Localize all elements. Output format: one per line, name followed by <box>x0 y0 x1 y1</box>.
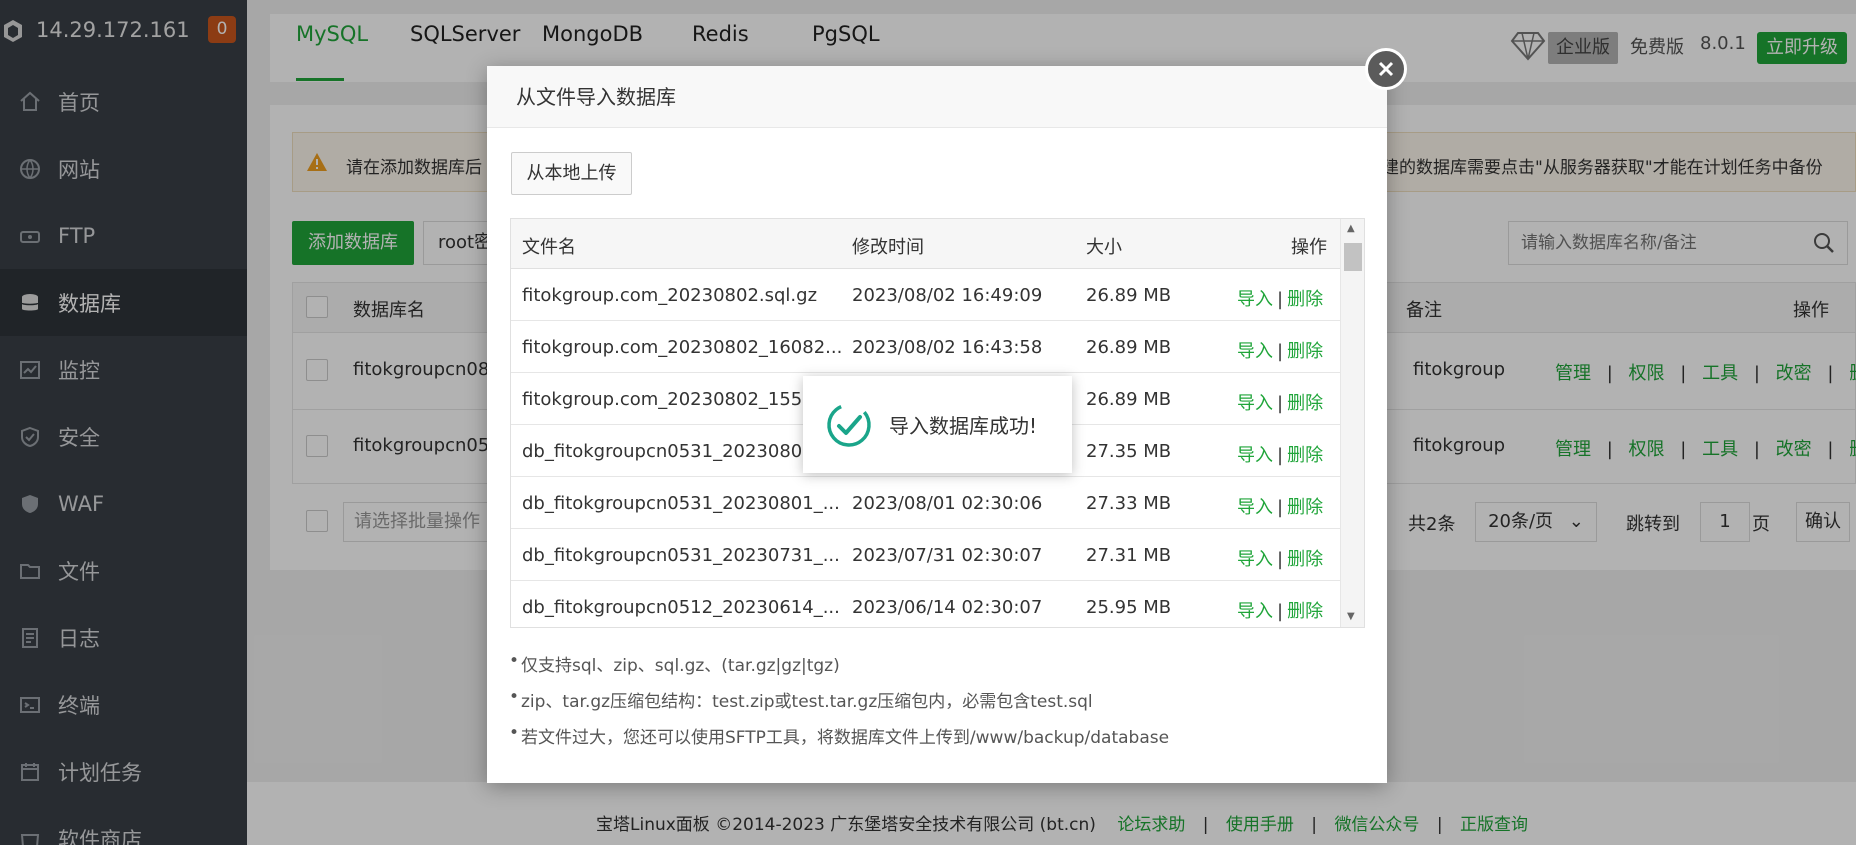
close-icon <box>1378 61 1394 77</box>
scroll-down-icon[interactable]: ▼ <box>1347 611 1355 622</box>
file-size: 27.35 MB <box>1086 441 1172 462</box>
delete-link[interactable]: 删除 <box>1287 393 1323 414</box>
file-name: db_fitokgroupcn0512_20230614_... <box>522 597 840 618</box>
file-ops: 导入 | 删除 <box>1237 285 1323 311</box>
import-link[interactable]: 导入 <box>1237 341 1273 362</box>
import-link[interactable]: 导入 <box>1237 289 1273 310</box>
file-size: 27.31 MB <box>1086 545 1172 566</box>
import-link[interactable]: 导入 <box>1237 445 1273 466</box>
file-ops: 导入 | 删除 <box>1237 441 1323 467</box>
modal-title: 从文件导入数据库 <box>487 66 1387 128</box>
table-row: db_fitokgroupcn0531_20230731_... 2023/07/… <box>511 529 1342 581</box>
file-name: fitokgroup.com_20230802_15512 <box>522 389 826 410</box>
upload-local-button[interactable]: 从本地上传 <box>511 152 632 195</box>
delete-link[interactable]: 删除 <box>1287 289 1323 310</box>
file-name: db_fitokgroupcn0531_20230802_ <box>522 441 823 462</box>
file-size: 27.33 MB <box>1086 493 1172 514</box>
import-link[interactable]: 导入 <box>1237 393 1273 414</box>
modal-close-button[interactable] <box>1365 48 1407 90</box>
tip-item: 仅支持sql、zip、sql.gz、(tar.gz|gz|tgz) <box>509 651 840 676</box>
file-mtime: 2023/08/02 16:49:09 <box>852 285 1043 306</box>
tip-item: zip、tar.gz压缩包结构：test.zip或test.tar.gz压缩包内… <box>509 687 1093 712</box>
op-separator: | <box>1277 393 1284 414</box>
file-mtime: 2023/06/14 02:30:07 <box>852 597 1043 618</box>
file-name: db_fitokgroupcn0531_20230801_... <box>522 493 840 514</box>
delete-link[interactable]: 删除 <box>1287 549 1323 570</box>
col-header-filename: 文件名 <box>522 237 576 258</box>
col-header-ops: 操作 <box>1291 237 1327 258</box>
toast-message: 导入数据库成功! <box>889 414 1038 438</box>
tip-item: 若文件过大，您还可以使用SFTP工具，将数据库文件上传到/www/backup/… <box>509 723 1169 748</box>
file-name: db_fitokgroupcn0531_20230731_... <box>522 545 840 566</box>
check-circle-icon <box>827 402 871 447</box>
col-header-size: 大小 <box>1086 237 1122 258</box>
file-ops: 导入 | 删除 <box>1237 389 1323 415</box>
file-size: 26.89 MB <box>1086 337 1172 358</box>
file-name: fitokgroup.com_20230802.sql.gz <box>522 285 818 306</box>
op-separator: | <box>1277 601 1284 622</box>
file-mtime: 2023/08/01 02:30:06 <box>852 493 1043 514</box>
import-link[interactable]: 导入 <box>1237 497 1273 518</box>
success-toast: 导入数据库成功! <box>803 376 1072 473</box>
file-size: 26.89 MB <box>1086 389 1172 410</box>
file-mtime: 2023/08/02 16:43:58 <box>852 337 1043 358</box>
op-separator: | <box>1277 497 1284 518</box>
table-row: db_fitokgroupcn0531_20230801_... 2023/08/… <box>511 477 1342 529</box>
file-name: fitokgroup.com_20230802_16082... <box>522 337 843 358</box>
col-header-mtime: 修改时间 <box>852 237 924 258</box>
delete-link[interactable]: 删除 <box>1287 497 1323 518</box>
table-header: 文件名 修改时间 大小 操作 <box>511 219 1342 269</box>
op-separator: | <box>1277 289 1284 310</box>
delete-link[interactable]: 删除 <box>1287 601 1323 622</box>
scrollbar-thumb[interactable] <box>1344 243 1362 271</box>
op-separator: | <box>1277 341 1284 362</box>
table-row: fitokgroup.com_20230802_16082... 2023/08/… <box>511 321 1342 373</box>
file-ops: 导入 | 删除 <box>1237 545 1323 571</box>
delete-link[interactable]: 删除 <box>1287 445 1323 466</box>
op-separator: | <box>1277 549 1284 570</box>
op-separator: | <box>1277 445 1284 466</box>
scroll-up-icon[interactable]: ▲ <box>1347 223 1355 234</box>
table-scrollbar[interactable]: ▲ ▼ <box>1340 219 1364 627</box>
import-link[interactable]: 导入 <box>1237 601 1273 622</box>
file-size: 25.95 MB <box>1086 597 1172 618</box>
file-ops: 导入 | 删除 <box>1237 597 1323 623</box>
file-ops: 导入 | 删除 <box>1237 493 1323 519</box>
file-mtime: 2023/07/31 02:30:07 <box>852 545 1043 566</box>
table-row: fitokgroup.com_20230802.sql.gz 2023/08/02… <box>511 269 1342 321</box>
file-size: 26.89 MB <box>1086 285 1172 306</box>
import-link[interactable]: 导入 <box>1237 549 1273 570</box>
file-ops: 导入 | 删除 <box>1237 337 1323 363</box>
table-row: db_fitokgroupcn0512_20230614_... 2023/06/… <box>511 581 1342 627</box>
delete-link[interactable]: 删除 <box>1287 341 1323 362</box>
